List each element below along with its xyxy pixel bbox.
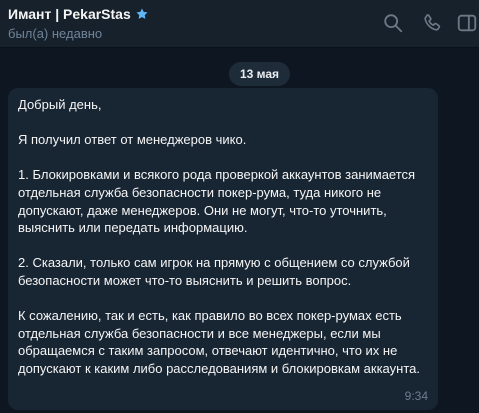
chat-title[interactable]: Имант | PekarStas [8, 6, 131, 22]
message-paragraph-conclusion: К сожалению, так и есть, как правило во … [18, 308, 420, 376]
phone-icon[interactable] [421, 12, 443, 34]
search-icon[interactable] [382, 12, 404, 34]
message-paragraph-greeting: Добрый день, [18, 97, 102, 112]
chat-status: был(а) недавно [8, 26, 103, 41]
message-time: 9:34 [404, 389, 428, 403]
sidebar-toggle-icon[interactable] [456, 12, 478, 34]
chat-header: Имант | PekarStas был(а) недавно [0, 0, 479, 48]
chat-title-row[interactable]: Имант | PekarStas [8, 5, 149, 23]
message-paragraph-point-2: 2. Сказали, только сам игрок на прямую с… [18, 255, 410, 288]
message-text: Добрый день, Я получил ответ от менеджер… [18, 96, 430, 378]
message-paragraph-point-1: 1. Блокировками и всякого рода проверкой… [18, 167, 416, 236]
verified-star-icon [136, 8, 148, 19]
message-bubble[interactable]: Добрый день, Я получил ответ от менеджер… [8, 88, 438, 410]
message-paragraph-intro: Я получил ответ от менеджеров чико. [18, 132, 247, 148]
date-separator: 13 мая [229, 62, 290, 86]
